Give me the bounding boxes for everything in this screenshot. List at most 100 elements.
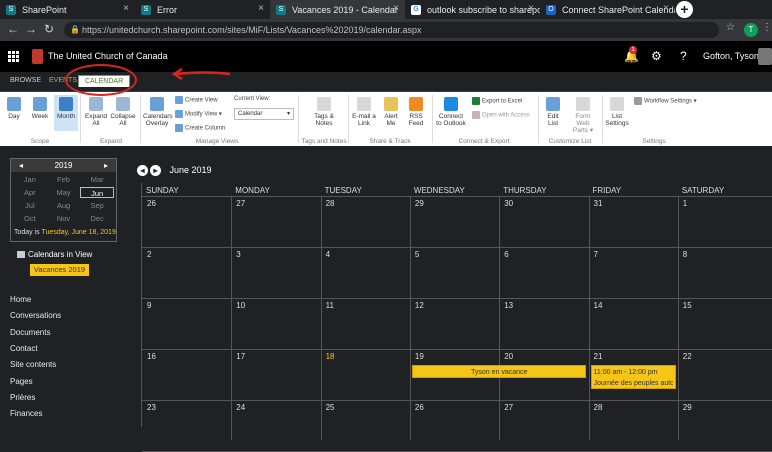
current-view-select[interactable]: Calendar ▾ <box>234 108 294 120</box>
month-oct[interactable]: Oct <box>13 213 47 224</box>
close-icon[interactable]: × <box>663 3 669 14</box>
url-input[interactable]: 🔒 https://unitedchurch.sharepoint.com/si… <box>64 22 719 38</box>
open-access-button[interactable]: Open with Access <box>472 111 530 119</box>
close-icon[interactable]: × <box>258 3 264 14</box>
day-cell[interactable]: 27 <box>504 403 513 412</box>
day-cell[interactable]: 28 <box>594 403 603 412</box>
day-cell[interactable]: 16 <box>147 352 156 361</box>
modify-view-button[interactable]: Modify View ▾ <box>175 110 222 118</box>
day-cell[interactable]: 9 <box>147 301 151 310</box>
month-jan[interactable]: Jan <box>13 174 47 185</box>
day-cell[interactable]: 2 <box>147 250 151 259</box>
alert-me-button[interactable]: Alert Me <box>380 97 402 127</box>
calendars-overlay-button[interactable]: Calendars Overlay <box>143 97 173 127</box>
close-icon[interactable]: × <box>123 3 129 14</box>
event-vacation[interactable]: Tyson en vacance <box>411 365 587 378</box>
month-jul[interactable]: Jul <box>13 200 47 211</box>
month-jun[interactable]: Jun <box>80 187 114 198</box>
day-cell[interactable]: 26 <box>147 199 156 208</box>
forward-icon[interactable]: → <box>25 22 37 36</box>
day-cell[interactable]: 27 <box>236 199 245 208</box>
month-may[interactable]: May <box>47 187 81 198</box>
day-cell[interactable]: 8 <box>683 250 687 259</box>
day-cell[interactable]: 22 <box>683 352 692 361</box>
nav-link-pages[interactable]: Pages <box>10 377 33 386</box>
day-cell[interactable]: 4 <box>326 250 330 259</box>
close-icon[interactable]: × <box>528 3 534 14</box>
nav-link-finances[interactable]: Finances <box>10 409 42 418</box>
day-cell[interactable]: 7 <box>594 250 598 259</box>
connect-outlook-button[interactable]: Connect to Outlook <box>436 97 466 127</box>
day-cell[interactable]: 18 <box>326 352 335 361</box>
brand-name[interactable]: The United Church of Canada <box>48 51 168 61</box>
day-cell[interactable]: 23 <box>147 403 156 412</box>
nav-link-conversations[interactable]: Conversations <box>10 311 61 320</box>
profile-avatar[interactable]: T <box>744 23 758 37</box>
day-cell[interactable]: 12 <box>415 301 424 310</box>
tab-browse[interactable]: BROWSE <box>10 77 41 84</box>
create-view-button[interactable]: Create View <box>175 96 218 104</box>
calendar-tag[interactable]: Vacances 2019 <box>30 264 89 276</box>
week-button[interactable]: Week <box>29 97 51 120</box>
back-icon[interactable]: ← <box>7 22 19 36</box>
email-link-button[interactable]: E-mail a Link <box>352 97 376 127</box>
workflow-settings-button[interactable]: Workflow Settings ▾ <box>634 97 697 105</box>
gear-icon[interactable]: ⚙ <box>651 49 662 63</box>
browser-tab-vacances[interactable]: S Vacances 2019 - Calendar × <box>270 0 405 19</box>
edit-list-button[interactable]: Edit List <box>542 97 564 127</box>
create-column-button[interactable]: Create Column <box>175 124 225 132</box>
day-cell[interactable]: 14 <box>594 301 603 310</box>
month-dec[interactable]: Dec <box>80 213 114 224</box>
next-month-icon[interactable]: ▸ <box>150 165 161 176</box>
day-cell[interactable]: 29 <box>683 403 692 412</box>
new-tab-button[interactable]: + <box>676 1 693 18</box>
calendars-in-view[interactable]: Calendars in View <box>17 250 92 259</box>
expand-all-button[interactable]: Expand All <box>85 97 107 127</box>
month-nov[interactable]: Nov <box>47 213 81 224</box>
form-web-parts-button[interactable]: Form Web Parts ▾ <box>568 97 598 134</box>
day-button[interactable]: Day <box>4 97 24 120</box>
help-icon[interactable]: ? <box>680 49 687 63</box>
browser-tab-google[interactable]: G outlook subscribe to sharepoi × <box>405 0 540 19</box>
event-journee[interactable]: 11:00 am - 12:00 pm Journée des peuples a… <box>590 365 676 389</box>
day-cell[interactable]: 1 <box>683 199 687 208</box>
prev-month-icon[interactable]: ◂ <box>137 165 148 176</box>
nav-link-home[interactable]: Home <box>10 295 31 304</box>
browser-tab-error[interactable]: S Error × <box>135 0 270 19</box>
list-settings-button[interactable]: List Settings <box>604 97 630 127</box>
browser-tab-sharepoint[interactable]: S SharePoint × <box>0 0 135 19</box>
day-cell[interactable]: 17 <box>236 352 245 361</box>
month-button[interactable]: Month <box>54 95 78 131</box>
export-excel-button[interactable]: Export to Excel <box>472 97 522 105</box>
day-cell[interactable]: 10 <box>236 301 245 310</box>
day-cell[interactable]: 24 <box>236 403 245 412</box>
avatar[interactable] <box>758 48 772 65</box>
day-cell[interactable]: 30 <box>504 199 513 208</box>
reload-icon[interactable]: ↻ <box>44 22 54 36</box>
day-cell[interactable]: 11 <box>326 301 334 310</box>
day-cell[interactable]: 13 <box>504 301 513 310</box>
today-link[interactable]: Tuesday, June 18, 2019 <box>42 229 116 236</box>
day-cell[interactable]: 21 <box>594 352 603 361</box>
day-cell[interactable]: 19 <box>415 352 424 361</box>
day-cell[interactable]: 28 <box>326 199 335 208</box>
month-feb[interactable]: Feb <box>47 174 81 185</box>
month-aug[interactable]: Aug <box>47 200 81 211</box>
next-year-icon[interactable]: ▸ <box>104 161 108 170</box>
month-apr[interactable]: Apr <box>13 187 47 198</box>
month-sep[interactable]: Sep <box>80 200 114 211</box>
app-launcher-icon[interactable] <box>8 51 19 62</box>
nav-link-pri-res[interactable]: Prières <box>10 393 35 402</box>
rss-feed-button[interactable]: RSS Feed <box>406 97 426 127</box>
day-cell[interactable]: 3 <box>236 250 240 259</box>
day-cell[interactable]: 26 <box>415 403 424 412</box>
nav-link-contact[interactable]: Contact <box>10 344 38 353</box>
user-name[interactable]: Gofton, Tyson <box>703 51 759 61</box>
day-cell[interactable]: 5 <box>415 250 419 259</box>
nav-link-documents[interactable]: Documents <box>10 328 50 337</box>
star-icon[interactable]: ☆ <box>726 22 735 33</box>
close-icon[interactable]: × <box>393 3 399 14</box>
browser-tab-outlook[interactable]: O Connect SharePoint Calendar × <box>540 0 675 19</box>
day-cell[interactable]: 31 <box>594 199 603 208</box>
collapse-all-button[interactable]: Collapse All <box>110 97 136 127</box>
